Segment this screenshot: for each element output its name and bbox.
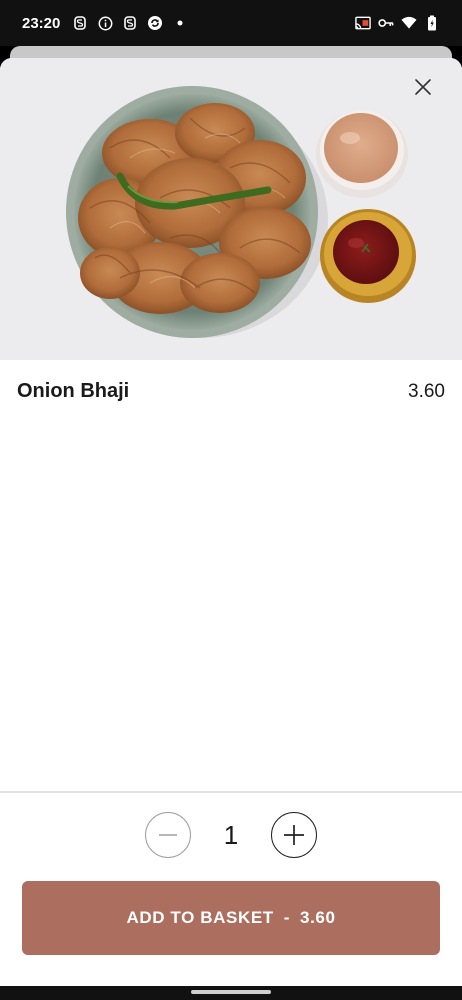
increase-quantity-button[interactable] bbox=[271, 812, 317, 858]
item-detail-sheet: Onion Bhaji 3.60 1 ADD TO BASKET - 3.60 bbox=[0, 58, 462, 986]
battery-icon bbox=[424, 15, 440, 31]
food-photo bbox=[0, 58, 462, 360]
dot-icon bbox=[172, 15, 188, 31]
status-right-icons bbox=[355, 15, 440, 31]
add-to-basket-separator: - bbox=[283, 908, 291, 927]
info-icon bbox=[97, 15, 113, 31]
minus-icon bbox=[159, 834, 177, 836]
item-title-row: Onion Bhaji 3.60 bbox=[0, 360, 462, 403]
close-button[interactable] bbox=[412, 76, 434, 98]
close-icon bbox=[415, 79, 431, 95]
navigation-bar bbox=[0, 986, 462, 1000]
cast-icon bbox=[355, 15, 371, 31]
order-panel: 1 ADD TO BASKET - 3.60 bbox=[0, 791, 462, 986]
item-name: Onion Bhaji bbox=[17, 380, 130, 402]
status-time: 23:20 bbox=[22, 14, 61, 32]
item-price: 3.60 bbox=[408, 380, 445, 402]
status-bar: 23:20 bbox=[0, 0, 462, 46]
plus-icon bbox=[284, 825, 304, 845]
s-app-icon bbox=[72, 15, 88, 31]
quantity-value: 1 bbox=[223, 819, 239, 850]
add-to-basket-label: ADD TO BASKET bbox=[126, 908, 274, 927]
add-to-basket-button[interactable]: ADD TO BASKET - 3.60 bbox=[22, 881, 440, 955]
wifi-icon bbox=[401, 15, 417, 31]
add-to-basket-price: 3.60 bbox=[300, 908, 336, 927]
s-app-icon bbox=[122, 15, 138, 31]
vpn-key-icon bbox=[378, 15, 394, 31]
quantity-stepper: 1 bbox=[0, 811, 462, 859]
decrease-quantity-button[interactable] bbox=[145, 812, 191, 858]
home-gesture-handle[interactable] bbox=[191, 990, 271, 994]
sync-icon bbox=[147, 15, 163, 31]
status-left-icons bbox=[72, 15, 188, 31]
item-image bbox=[0, 58, 462, 360]
